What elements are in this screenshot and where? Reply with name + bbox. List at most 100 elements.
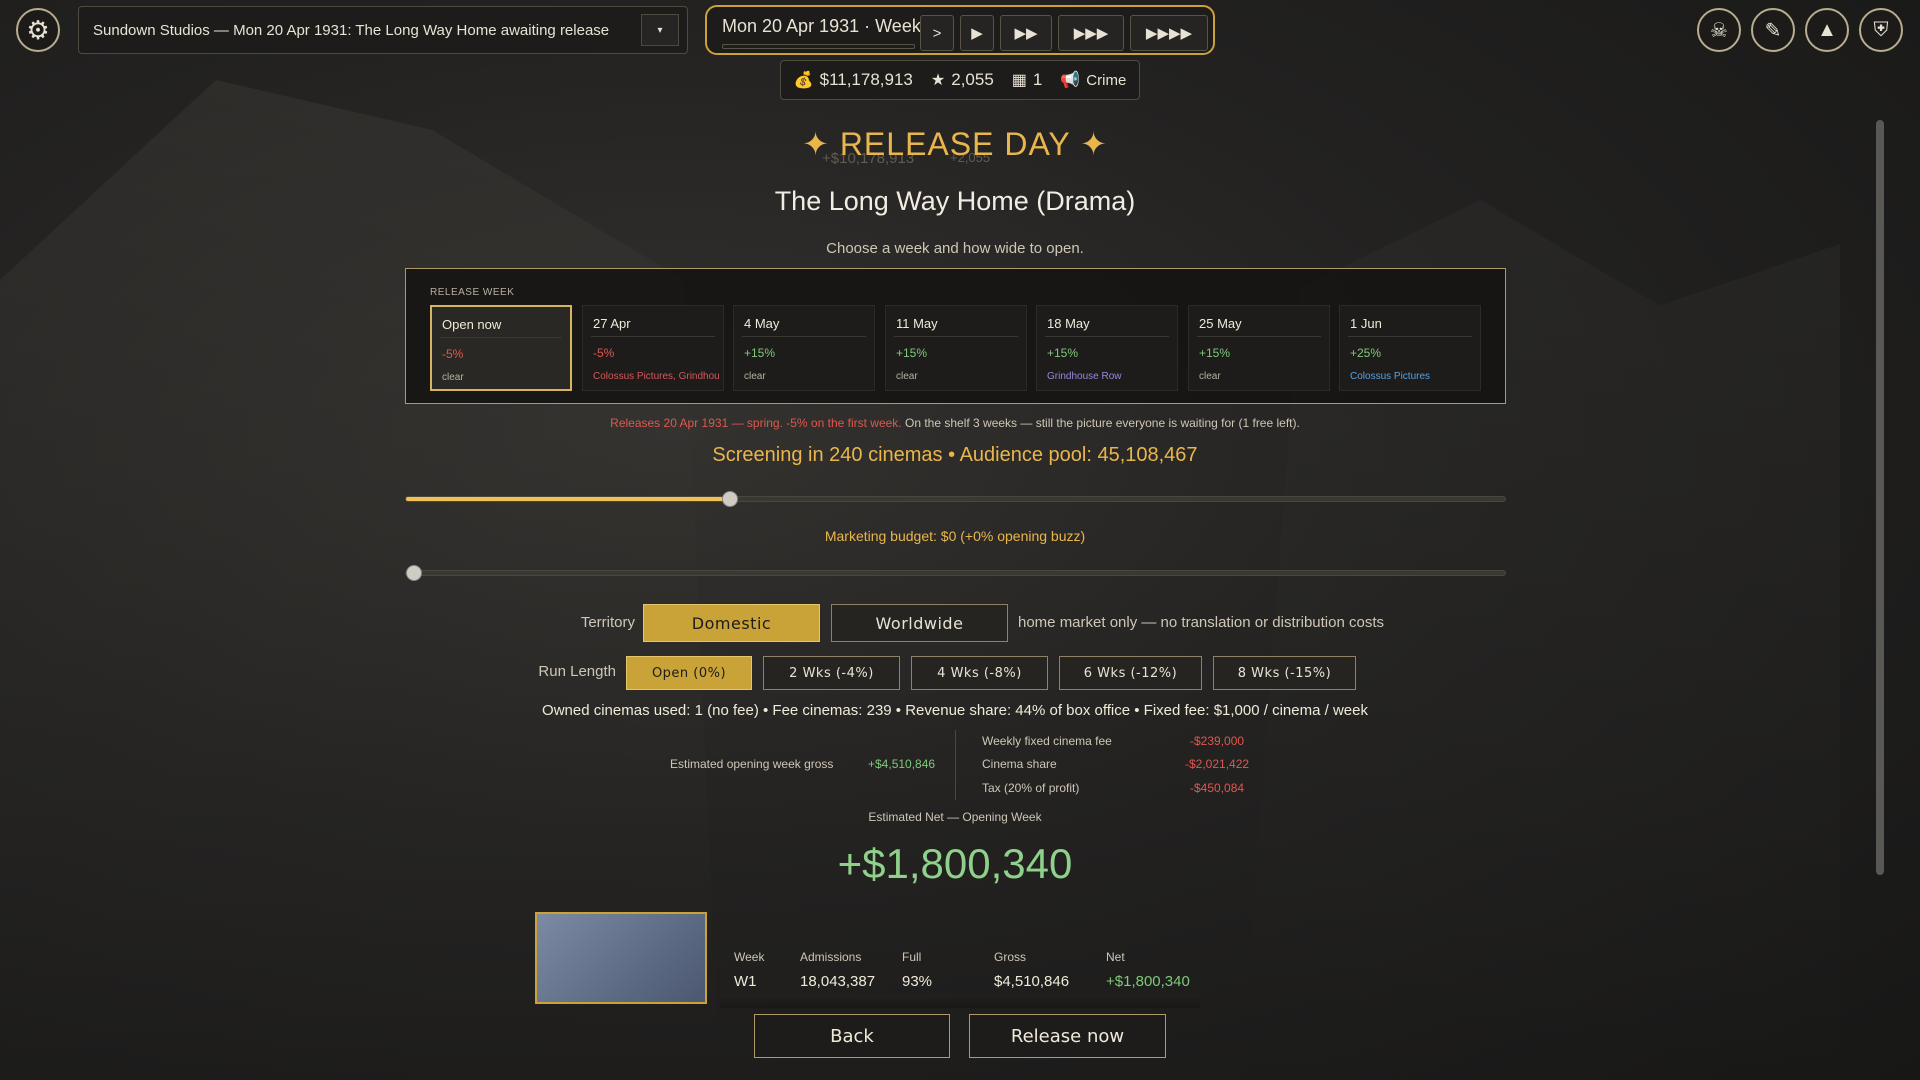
week-card-1-jun[interactable]: 1 Jun +25% Colossus Pictures <box>1339 305 1481 391</box>
week-progress-bar <box>722 44 915 49</box>
speed-2-button[interactable]: ▶▶ <box>1000 15 1052 51</box>
release-week-label: RELEASE WEEK <box>430 287 515 298</box>
week-modifier: +15% <box>744 346 776 360</box>
table-header-week: Week <box>734 950 765 964</box>
week-modifier: +15% <box>1047 346 1079 360</box>
film-poster <box>535 912 707 1004</box>
release-subtitle: Choose a week and how wide to open. <box>826 240 1084 257</box>
marketing-budget-label: Marketing budget: $0 (+0% opening buzz) <box>824 528 1086 544</box>
speed-4-button[interactable]: ▶▶▶▶ <box>1130 15 1208 51</box>
release-now-button[interactable]: Release now <box>969 1014 1166 1058</box>
speed-1-button[interactable]: ▶ <box>960 15 994 51</box>
net-estimate-label: Estimated Net — Opening Week <box>868 810 1042 824</box>
cinema-icon: ▦ <box>1011 72 1027 89</box>
fans-stat: ★ 2,055 <box>931 70 994 90</box>
fee-value-share: -$2,021,422 <box>1185 757 1250 771</box>
page-scrollbar[interactable] <box>1876 120 1884 875</box>
megaphone-icon: 📢 <box>1060 72 1081 89</box>
fee-value-fixed: -$239,000 <box>1190 734 1245 748</box>
divider <box>591 336 715 337</box>
fee-label-share: Cinema share <box>982 757 1057 771</box>
table-cell-full: 93% <box>902 973 933 990</box>
week-competition: Colossus Pictures <box>1350 371 1431 382</box>
divider <box>1348 336 1472 337</box>
slider-fill <box>406 497 731 501</box>
run-2wks-button[interactable]: 2 Wks (-4%) <box>763 656 900 690</box>
run-8wks-button[interactable]: 8 Wks (-15%) <box>1213 656 1356 690</box>
run-4wks-button[interactable]: 4 Wks (-8%) <box>911 656 1048 690</box>
studio-stats-panel: 💰 $11,178,913 ★ 2,055 ▦ 1 📢 Crime <box>780 60 1140 100</box>
run-open-button[interactable]: Open (0%) <box>626 656 752 690</box>
speed-pause-button[interactable]: > <box>920 15 954 51</box>
marketing-budget-slider[interactable] <box>405 565 1506 581</box>
shelf-info: On the shelf 3 weeks — still the picture… <box>901 416 1300 430</box>
genre-stat: 📢 Crime <box>1060 70 1126 90</box>
release-info-text: Releases 20 Apr 1931 — spring. -5% on th… <box>0 416 1910 430</box>
speed-3-button[interactable]: ▶▶▶ <box>1058 15 1124 51</box>
quill-icon[interactable]: ✎ <box>1751 8 1795 52</box>
cinemas-value: 1 <box>1032 70 1043 89</box>
week-card-11-may[interactable]: 11 May +15% clear <box>885 305 1027 391</box>
territory-label: Territory <box>580 614 635 631</box>
cinema-count-slider[interactable] <box>405 491 1506 507</box>
week-competition: Colossus Pictures, Grindhouse Row <box>593 371 719 382</box>
table-header-admissions: Admissions <box>800 950 862 964</box>
week-modifier: +15% <box>896 346 928 360</box>
table-cell-net: +$1,800,340 <box>1106 973 1190 990</box>
cinema-fee-info: Owned cinemas used: 1 (no fee) • Fee cin… <box>542 702 1368 719</box>
time-control-panel: Mon 20 Apr 1931 · Week 68 > ▶ ▶▶ ▶▶▶ ▶▶▶… <box>705 5 1215 55</box>
pyramid-eye-icon[interactable]: ▲ <box>1805 8 1849 52</box>
week-date: 4 May <box>744 316 780 331</box>
genre-value: Crime <box>1086 71 1127 89</box>
release-week-panel: RELEASE WEEK Open now -5% clear 27 Apr -… <box>405 268 1506 404</box>
week-date: 25 May <box>1199 316 1242 331</box>
divider <box>894 336 1018 337</box>
settings-gear-icon[interactable]: ⚙ <box>16 8 60 52</box>
week-date: 27 Apr <box>593 316 631 331</box>
fee-label-fixed: Weekly fixed cinema fee <box>982 734 1112 748</box>
fans-value: 2,055 <box>951 70 994 89</box>
table-cell-gross: $4,510,846 <box>994 973 1070 990</box>
run-6wks-button[interactable]: 6 Wks (-12%) <box>1059 656 1202 690</box>
money-stat: 💰 $11,178,913 <box>794 70 913 90</box>
week-card-27-apr[interactable]: 27 Apr -5% Colossus Pictures, Grindhouse… <box>582 305 724 391</box>
skull-icon[interactable]: ☠ <box>1697 8 1741 52</box>
table-cell-admissions: 18,043,387 <box>800 973 876 990</box>
territory-note: home market only — no translation or dis… <box>1018 614 1384 631</box>
territory-domestic-button[interactable]: Domestic <box>643 604 820 642</box>
week-date: 1 Jun <box>1350 316 1382 331</box>
studio-status-text: Sundown Studios — Mon 20 Apr 1931: The L… <box>93 21 610 39</box>
net-estimate-value: +$1,800,340 <box>837 840 1073 887</box>
cinemas-stat: ▦ 1 <box>1012 70 1043 90</box>
week-card-18-may[interactable]: 18 May +15% Grindhouse Row <box>1036 305 1178 391</box>
table-header-gross: Gross <box>994 950 1027 964</box>
week-card-open-now[interactable]: Open now -5% clear <box>430 305 572 391</box>
fee-label-tax: Tax (20% of profit) <box>982 781 1080 795</box>
table-scroll-fade <box>720 994 1200 1008</box>
fee-value-tax: -$450,084 <box>1190 781 1245 795</box>
week-competition: clear <box>1199 371 1221 382</box>
week-competition: clear <box>442 372 464 383</box>
week-card-25-may[interactable]: 25 May +15% clear <box>1188 305 1330 391</box>
week-date: Open now <box>442 317 502 332</box>
divider <box>1045 336 1169 337</box>
star-icon: ★ <box>930 72 946 89</box>
film-title: The Long Way Home (Drama) <box>774 186 1136 216</box>
slider-thumb[interactable] <box>722 491 739 507</box>
divider <box>440 337 562 338</box>
territory-worldwide-button[interactable]: Worldwide <box>831 604 1008 642</box>
back-button[interactable]: Back <box>754 1014 950 1058</box>
week-modifier: +15% <box>1199 346 1231 360</box>
shield-icon[interactable]: ⛨ <box>1859 8 1903 52</box>
week-competition: Grindhouse Row <box>1047 371 1122 382</box>
date-separator: · <box>864 16 871 36</box>
week-card-4-may[interactable]: 4 May +15% clear <box>733 305 875 391</box>
week-date: 11 May <box>896 316 938 331</box>
chevron-down-icon[interactable]: ▾ <box>641 14 679 46</box>
studio-status-select[interactable]: Sundown Studios — Mon 20 Apr 1931: The L… <box>78 6 688 54</box>
release-day-title: ✦ RELEASE DAY ✦ <box>802 126 1108 162</box>
slider-thumb[interactable] <box>406 565 422 581</box>
release-warning: Releases 20 Apr 1931 — spring. -5% on th… <box>610 416 902 430</box>
money-value: $11,178,913 <box>819 70 913 89</box>
screening-summary: Screening in 240 cinemas • Audience pool… <box>712 444 1198 466</box>
